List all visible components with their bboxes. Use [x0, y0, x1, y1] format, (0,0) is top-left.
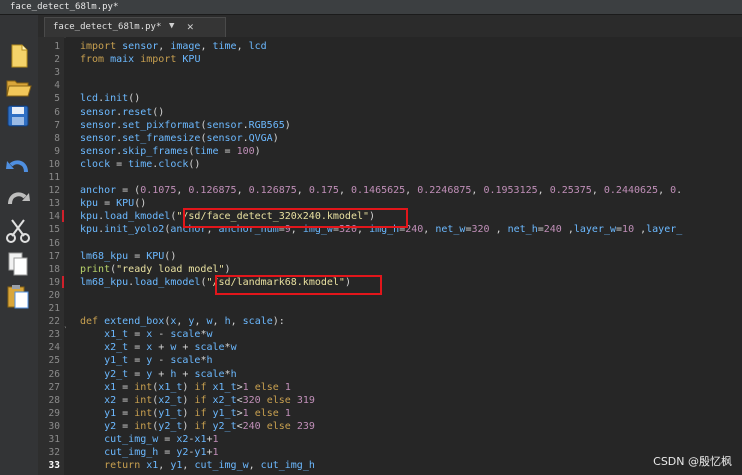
- modified-line-marker: [62, 275, 64, 288]
- window-title-bar: face_detect_68lm.py*: [0, 0, 742, 15]
- line-number: 12: [48, 185, 60, 197]
- line-number: 18: [48, 263, 60, 275]
- highlight-box-face-model: [183, 208, 408, 228]
- cut-button[interactable]: [4, 216, 32, 244]
- code-line[interactable]: y1_t = y - scale*h: [80, 354, 212, 367]
- line-number: 30: [48, 420, 60, 432]
- code-line[interactable]: anchor = (0.1075, 0.126875, 0.126875, 0.…: [80, 184, 682, 197]
- code-line[interactable]: cut_img_w = x2-x1+1: [80, 433, 218, 446]
- save-icon: [7, 105, 29, 127]
- line-number: 2: [54, 54, 60, 66]
- line-number: 7: [54, 119, 60, 131]
- code-line[interactable]: clock = time.clock(): [80, 158, 200, 171]
- code-line[interactable]: sensor.skip_frames(time = 100): [80, 145, 261, 158]
- editor-tab-bar: face_detect_68lm.py* ▼ ✕: [38, 15, 742, 38]
- code-line[interactable]: print("ready load model"): [80, 263, 231, 276]
- tab-face-detect-68lm[interactable]: face_detect_68lm.py* ▼ ✕: [44, 17, 226, 38]
- code-editor[interactable]: import sensor, image, time, lcd from maix…: [66, 37, 742, 475]
- line-number: 26: [48, 368, 60, 380]
- code-line[interactable]: lcd.init(): [80, 92, 140, 105]
- line-number: 24: [48, 342, 60, 354]
- highlight-box-landmark-model: [215, 275, 382, 295]
- line-number: 32: [48, 447, 60, 459]
- line-number: 21: [48, 303, 60, 314]
- scissors-icon: [6, 219, 30, 243]
- undo-icon: [6, 160, 28, 173]
- code-line[interactable]: sensor.set_pixformat(sensor.RGB565): [80, 119, 291, 132]
- line-number: 20: [48, 289, 60, 301]
- code-line[interactable]: def extend_box(x, y, w, h, scale):: [80, 315, 285, 328]
- code-line[interactable]: sensor.reset(): [80, 106, 164, 119]
- ide-window: face_detect_68lm.py* face_detect_68lm.py…: [0, 0, 742, 475]
- redo-button[interactable]: [4, 184, 32, 212]
- new-file-icon: [11, 44, 28, 68]
- line-number: 3: [54, 67, 60, 79]
- line-number: 9: [54, 145, 60, 157]
- line-number: 17: [48, 250, 60, 262]
- code-line[interactable]: from maix import KPU: [80, 53, 200, 66]
- line-number: 6: [54, 106, 60, 118]
- code-line[interactable]: x2_t = x + w + scale*w: [80, 341, 237, 354]
- line-number: 15: [48, 224, 60, 236]
- code-line[interactable]: kpu = KPU(): [80, 197, 146, 210]
- tab-label: face_detect_68lm.py*: [53, 22, 162, 32]
- line-number: 23: [48, 329, 60, 341]
- line-number: 10: [48, 158, 60, 170]
- chevron-down-icon[interactable]: ▼: [169, 21, 174, 31]
- line-number: 1: [54, 41, 60, 52]
- line-number: 25: [48, 355, 60, 367]
- code-line[interactable]: return x1, y1, cut_img_w, cut_img_h: [80, 459, 315, 472]
- close-icon[interactable]: ✕: [187, 20, 194, 33]
- line-number: 13: [48, 198, 60, 210]
- paste-icon: [7, 285, 29, 309]
- line-number: 5: [54, 93, 60, 105]
- code-line[interactable]: y2_t = y + h + scale*h: [80, 368, 237, 381]
- code-line[interactable]: x2 = int(x2_t) if x2_t<320 else 319: [80, 394, 315, 407]
- line-number-gutter: 1 2 3 4 5 6 7 8 9 10 11 12 13 14 15 16 17 18 19 20 21 22 23 24 2…: [38, 37, 64, 475]
- window-tab-title[interactable]: face_detect_68lm.py*: [10, 1, 118, 14]
- paste-button[interactable]: [4, 282, 32, 310]
- line-number: 28: [48, 394, 60, 406]
- line-number: 33: [48, 460, 60, 472]
- watermark: CSDN @殷忆枫: [653, 455, 732, 468]
- line-number: 27: [48, 381, 60, 393]
- undo-button[interactable]: [4, 152, 32, 180]
- line-number: 19: [48, 276, 60, 288]
- copy-button[interactable]: [4, 250, 32, 278]
- code-line[interactable]: import sensor, image, time, lcd: [80, 40, 267, 53]
- new-file-button[interactable]: [4, 42, 32, 70]
- modified-line-marker: [62, 210, 64, 223]
- copy-icon: [8, 252, 28, 276]
- line-number: 4: [54, 80, 60, 92]
- code-line[interactable]: y2 = int(y2_t) if y2_t<240 else 239: [80, 420, 315, 433]
- line-number: 11: [48, 172, 60, 183]
- line-number: 29: [48, 407, 60, 419]
- left-toolbar: [0, 15, 39, 475]
- open-folder-icon: [6, 80, 32, 97]
- save-button[interactable]: [4, 102, 32, 130]
- open-file-button[interactable]: [4, 72, 32, 100]
- line-number: 14: [48, 211, 60, 223]
- code-line[interactable]: cut_img_h = y2-y1+1: [80, 446, 218, 459]
- code-line[interactable]: lm68_kpu = KPU(): [80, 250, 176, 263]
- code-line[interactable]: x1_t = x - scale*w: [80, 328, 212, 341]
- line-number: 22: [48, 316, 60, 328]
- line-number: 8: [54, 132, 60, 144]
- code-line[interactable]: sensor.set_framesize(sensor.QVGA): [80, 132, 279, 145]
- line-number: 31: [48, 434, 60, 445]
- line-number: 16: [48, 237, 60, 249]
- redo-icon: [8, 192, 30, 205]
- code-line[interactable]: x1 = int(x1_t) if x1_t>1 else 1: [80, 381, 291, 394]
- code-line[interactable]: y1 = int(y1_t) if y1_t>1 else 1: [80, 407, 291, 420]
